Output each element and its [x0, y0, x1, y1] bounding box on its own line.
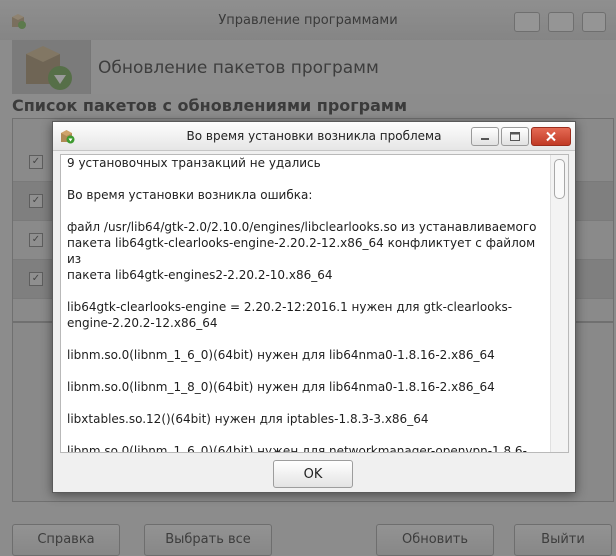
ok-button[interactable]: OK — [273, 460, 353, 488]
package-list-heading: Список пакетов с обновлениями программ — [12, 96, 408, 115]
row-checkbox[interactable]: ✓ — [29, 194, 43, 208]
update-button[interactable]: Обновить — [376, 524, 494, 556]
maximize-icon — [510, 132, 520, 141]
maximize-button[interactable] — [501, 127, 529, 146]
package-update-icon — [12, 40, 91, 94]
main-header-title: Обновление пакетов программ — [98, 58, 379, 78]
close-icon — [546, 131, 556, 142]
vertical-scrollbar[interactable] — [550, 155, 568, 452]
minimize-button[interactable] — [471, 127, 499, 146]
minimize-icon — [481, 138, 489, 140]
row-checkbox[interactable]: ✓ — [29, 233, 43, 247]
main-maximize-button[interactable] — [548, 12, 574, 32]
main-titlebar: Управление программами — [0, 0, 616, 40]
row-checkbox[interactable]: ✓ — [29, 272, 43, 286]
dialog-titlebar[interactable]: Во время установки возникла проблема — [53, 122, 575, 151]
main-close-button[interactable] — [582, 12, 606, 32]
row-checkbox[interactable]: ✓ — [29, 155, 43, 169]
main-minimize-button[interactable] — [514, 12, 540, 32]
error-dialog: Во время установки возникла проблема 9 у… — [52, 121, 576, 493]
error-message-text: 9 установочных транзакций не удались Во … — [67, 156, 537, 453]
scrollbar-thumb[interactable] — [554, 159, 565, 199]
main-header: Обновление пакетов программ — [12, 40, 616, 94]
close-button[interactable] — [531, 127, 571, 146]
error-message-area[interactable]: 9 установочных транзакций не удались Во … — [60, 154, 569, 453]
exit-button[interactable]: Выйти — [514, 524, 612, 556]
help-button[interactable]: Справка — [12, 524, 120, 556]
select-all-button[interactable]: Выбрать все — [144, 524, 272, 556]
